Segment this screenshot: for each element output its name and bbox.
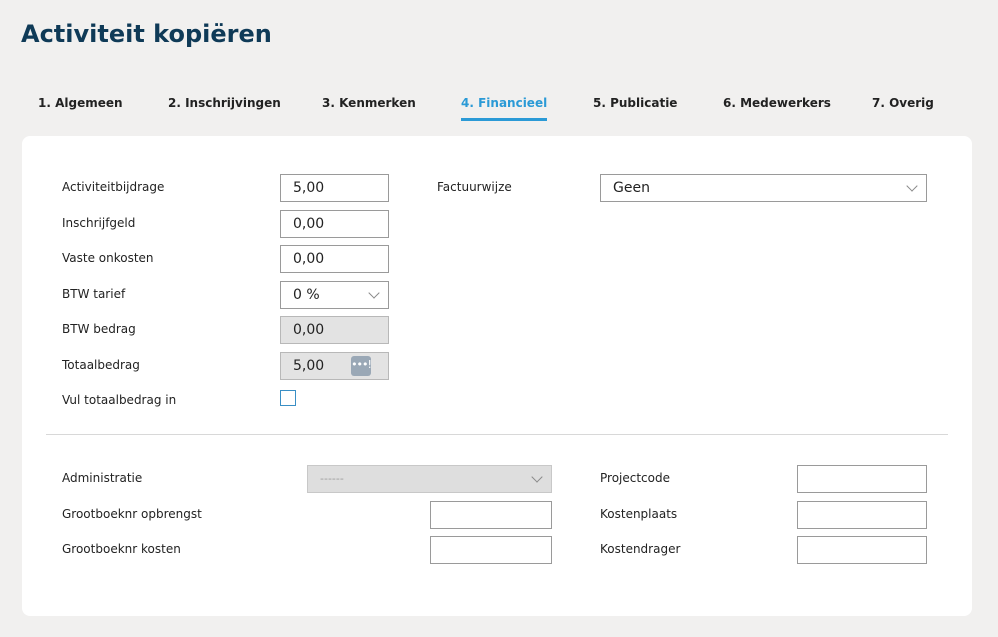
- kostenplaats-input[interactable]: [797, 501, 927, 529]
- form-card: Activiteitbijdrage 5,00 Inschrijfgeld 0,…: [22, 136, 972, 616]
- grootboek-kosten-label: Grootboeknr kosten: [62, 542, 181, 556]
- vul-totaalbedrag-label: Vul totaalbedrag in: [62, 393, 177, 407]
- administratie-label: Administratie: [62, 471, 143, 485]
- totaalbedrag-value: 5,00: [293, 358, 325, 374]
- grootboek-opbrengst-input[interactable]: [430, 501, 552, 529]
- inschrijfgeld-label: Inschrijfgeld: [62, 216, 136, 230]
- vul-totaalbedrag-checkbox[interactable]: [280, 390, 296, 406]
- projectcode-input[interactable]: [797, 465, 927, 493]
- factuurwijze-select[interactable]: Geen: [600, 174, 927, 202]
- page-title: Activiteit kopiëren: [21, 20, 272, 48]
- btw-tarief-select[interactable]: 0 %: [280, 281, 389, 309]
- inschrijfgeld-input[interactable]: 0,00: [280, 210, 389, 238]
- administratie-value: ------: [320, 472, 344, 485]
- btw-bedrag-field: 0,00: [280, 316, 389, 344]
- tab-medewerkers[interactable]: 6. Medewerkers: [723, 96, 831, 118]
- ellipsis-icon[interactable]: •••!: [351, 356, 372, 376]
- chevron-down-icon: [368, 287, 380, 299]
- totaalbedrag-label: Totaalbedrag: [62, 358, 140, 372]
- vaste-onkosten-label: Vaste onkosten: [62, 251, 154, 265]
- kostendrager-label: Kostendrager: [600, 542, 681, 556]
- tab-algemeen[interactable]: 1. Algemeen: [38, 96, 123, 118]
- totaalbedrag-field: 5,00 •••!: [280, 352, 389, 380]
- tab-overig[interactable]: 7. Overig: [872, 96, 934, 118]
- chevron-down-icon: [906, 180, 918, 192]
- kostendrager-input[interactable]: [797, 536, 927, 564]
- grootboek-kosten-input[interactable]: [430, 536, 552, 564]
- activiteitbijdrage-label: Activiteitbijdrage: [62, 180, 165, 194]
- kostenplaats-label: Kostenplaats: [600, 507, 678, 521]
- activiteitbijdrage-input[interactable]: 5,00: [280, 174, 389, 202]
- chevron-down-icon: [531, 471, 543, 483]
- factuurwijze-value: Geen: [613, 180, 650, 196]
- vaste-onkosten-input[interactable]: 0,00: [280, 245, 389, 273]
- section-divider: [46, 434, 948, 435]
- factuurwijze-label: Factuurwijze: [437, 180, 512, 194]
- projectcode-label: Projectcode: [600, 471, 670, 485]
- administratie-select: ------: [307, 465, 552, 493]
- grootboek-opbrengst-label: Grootboeknr opbrengst: [62, 507, 202, 521]
- btw-bedrag-label: BTW bedrag: [62, 322, 136, 336]
- btw-tarief-value: 0 %: [293, 287, 320, 303]
- btw-tarief-label: BTW tarief: [62, 287, 126, 301]
- tab-kenmerken[interactable]: 3. Kenmerken: [322, 96, 416, 118]
- tab-inschrijvingen[interactable]: 2. Inschrijvingen: [168, 96, 281, 118]
- tab-bar: 1. Algemeen 2. Inschrijvingen 3. Kenmerk…: [0, 96, 998, 126]
- tab-financieel[interactable]: 4. Financieel: [461, 96, 548, 121]
- tab-publicatie[interactable]: 5. Publicatie: [593, 96, 677, 118]
